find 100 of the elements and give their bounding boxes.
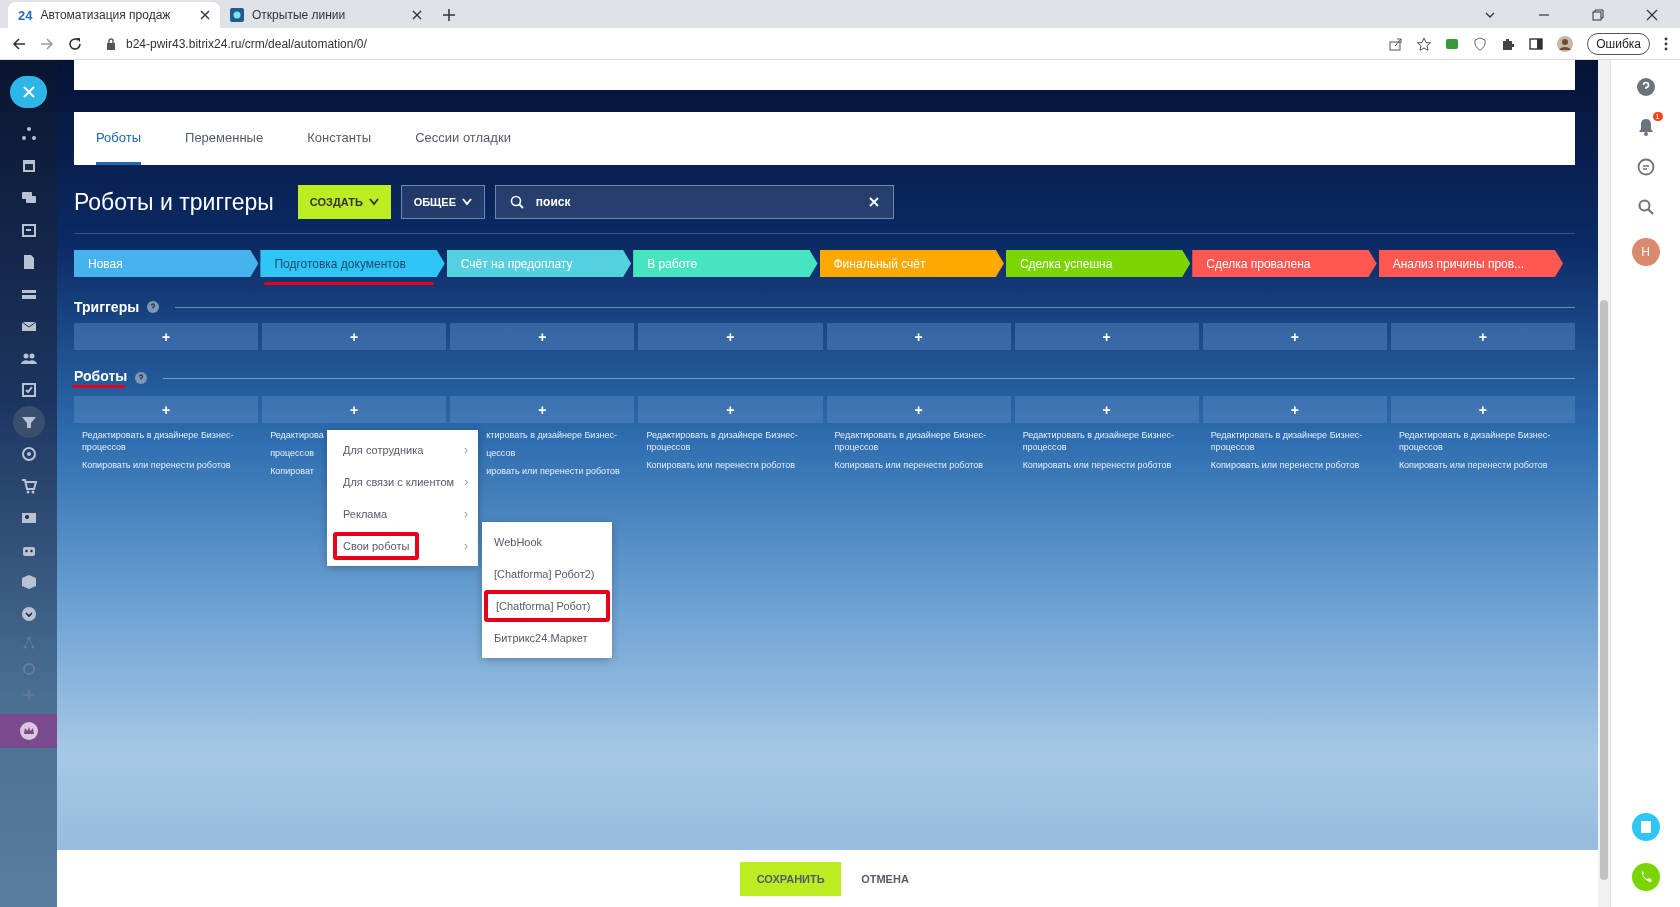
clear-icon[interactable] [868,197,879,207]
add-button[interactable]: + [1014,396,1199,423]
profile-button[interactable]: Ошибка [1587,32,1650,55]
search-icon [509,195,524,209]
crown-tile[interactable] [0,714,57,748]
link[interactable]: Редактировать в дизайнере Бизнес-процессов [1390,429,1575,453]
help-icon[interactable] [1636,78,1655,96]
forward-arrow-icon[interactable] [40,36,54,51]
link[interactable]: Редактировать в дизайнере Бизнес-процессов [638,429,823,453]
tab-favicon-icon [230,8,244,22]
sidebar-toggle-icon[interactable] [1529,36,1544,51]
stage-tab[interactable]: Подготовка документов [260,250,445,277]
link[interactable]: Копировать или перенести роботов [638,459,823,471]
bell-icon[interactable] [1636,118,1655,136]
add-button[interactable]: + [826,396,1011,423]
share-nodes-icon[interactable] [20,126,37,142]
filter-button[interactable]: ОБЩЕЕ [400,185,485,219]
add-button[interactable]: + [74,323,259,350]
star-icon[interactable] [1417,36,1432,51]
caret-icon [368,198,379,206]
chevron-down-circle-icon[interactable] [20,606,37,622]
tab[interactable]: Переменные [185,112,264,165]
stage-tab[interactable]: Анализ причины пров... [1378,250,1563,277]
section-title: Триггеры [74,299,140,315]
shield-icon[interactable] [1473,36,1488,51]
section-title: Роботы [74,368,128,384]
menu-item[interactable]: Для сотрудника › [327,434,478,466]
link[interactable]: Редактировать в дизайнере Бизнес-процессов [1202,429,1387,453]
menu-item[interactable]: Для связи с клиентом › [327,466,478,498]
checkbox-icon[interactable] [20,382,37,398]
help-icon[interactable] [135,372,148,384]
scrollbar[interactable] [1598,60,1610,907]
save-button[interactable]: СОХРАНИТЬ [740,861,842,896]
chat-icon[interactable] [20,190,37,206]
crown-icon [19,722,38,740]
add-button[interactable]: + [826,323,1011,350]
add-button[interactable]: + [1202,323,1387,350]
add-button[interactable]: + [638,323,823,350]
add-button[interactable]: + [74,396,259,423]
add-button[interactable]: + [450,323,635,350]
cart-icon[interactable] [20,478,37,494]
link[interactable]: Копировать или перенести роботов [1014,459,1199,471]
link[interactable]: Копировать или перенести роботов [1202,459,1387,471]
menu-item[interactable]: WebHook [482,526,612,558]
add-button[interactable]: + [450,396,635,423]
add-button[interactable]: + [262,396,447,423]
close-icon [22,86,35,98]
add-button[interactable]: + [1202,396,1387,423]
browser-tab[interactable]: 24 Автоматизация продаж [8,2,220,28]
add-button[interactable]: + [1390,396,1575,423]
add-button[interactable]: + [1014,323,1199,350]
funnel-icon[interactable] [20,414,37,430]
puzzle-icon[interactable] [1501,36,1516,51]
reload-icon[interactable] [68,36,82,51]
avatar[interactable]: Н [1631,238,1660,266]
link[interactable]: Редактировать в дизайнере Бизнес-процессов [826,429,1011,453]
box-icon[interactable] [20,574,37,590]
new-tab-icon[interactable] [442,8,456,22]
menu-item[interactable]: [Chatforma] Робот) [484,590,610,622]
caret-icon [462,198,472,206]
add-button[interactable]: + [1390,323,1575,350]
chat-icon[interactable] [1636,158,1655,176]
tab[interactable]: Сессии отладки [415,112,511,165]
add-button[interactable]: + [262,323,447,350]
close-button[interactable] [10,76,47,108]
search-icon[interactable] [1636,198,1655,216]
page-title: Роботы и триггеры [74,188,274,216]
help-icon[interactable] [147,301,160,313]
avatar-icon[interactable] [1557,35,1574,52]
cancel-button[interactable]: ОТМЕНА [855,871,915,886]
search-field[interactable]: поиск [494,185,894,219]
close-icon[interactable] [1646,9,1658,21]
back-arrow-icon[interactable] [12,36,26,51]
address-bar[interactable]: b24-pwir43.bitrix24.ru/crm/deal/automation/0/ [96,30,1376,57]
tab-logo: 24 [18,7,33,23]
menu-item[interactable]: Битрикс24.Маркет [482,622,612,654]
add-button[interactable]: + [638,396,823,423]
link[interactable]: Редактировать в дизайнере Бизнес-процессов [1014,429,1199,453]
lock-icon [106,37,116,50]
link[interactable]: Редактировать в дизайнере Бизнес-процессов [74,429,259,453]
browser-tab[interactable]: Открытые линии [220,2,432,28]
stage-tab[interactable]: Сделка провалена [1192,250,1377,277]
window-icon[interactable] [20,158,37,174]
calendar-icon[interactable] [20,222,37,238]
contact-card-icon[interactable] [20,510,37,526]
tab[interactable]: Константы [307,112,372,165]
close-icon[interactable] [200,10,210,20]
more-icon[interactable] [1664,36,1668,51]
link[interactable]: Копировать или перенести роботов [1390,459,1575,471]
menu-item[interactable]: Реклама › [327,498,478,530]
create-button[interactable]: СОЗДАТЬ [297,185,391,219]
restore-icon[interactable] [1592,9,1604,21]
menu-item[interactable]: [Chatforma] Робот2) [482,558,612,590]
extension-icon[interactable] [1445,36,1460,51]
share-icon[interactable] [1389,36,1404,51]
target-icon[interactable] [20,446,37,462]
close-icon[interactable] [412,10,422,20]
tab[interactable]: Роботы [96,112,142,165]
link[interactable]: Копировать или перенести роботов [826,459,1011,471]
link[interactable]: Копировать или перенести роботов [74,459,259,471]
